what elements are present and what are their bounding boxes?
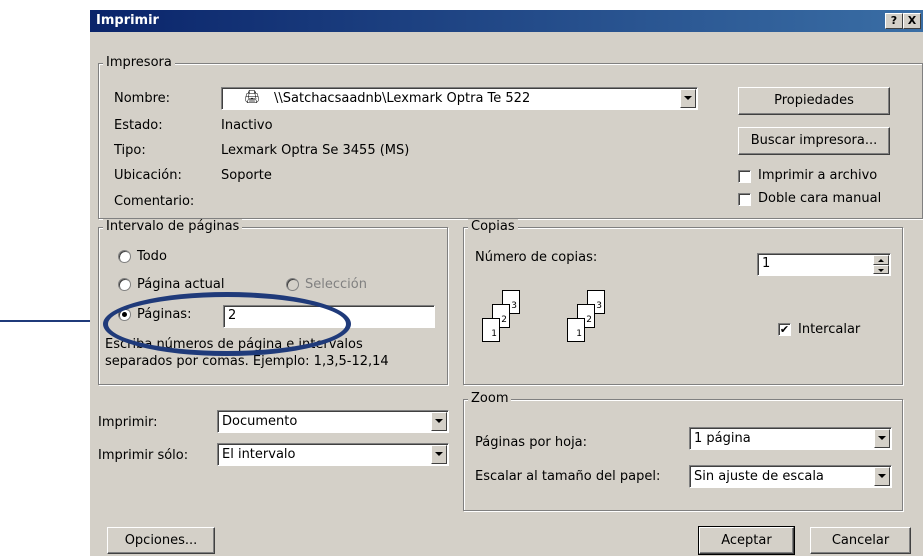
type-value: Lexmark Optra Se 3455 (MS) [221, 143, 410, 158]
title-bar: Imprimir ? X [90, 10, 923, 32]
collate-checkbox[interactable]: ✔ [778, 323, 791, 336]
dialog-title: Imprimir [96, 13, 159, 28]
print-only-label: Imprimir sólo: [98, 448, 189, 463]
range-all-label[interactable]: Todo [137, 249, 167, 264]
scale-value: Sin ajuste de escala [694, 469, 824, 484]
properties-button[interactable]: Propiedades [738, 87, 890, 115]
options-button[interactable]: Opciones... [107, 527, 215, 554]
annotation-ellipse [103, 292, 351, 356]
status-value: Inactivo [221, 118, 273, 133]
print-to-file-label[interactable]: Imprimir a archivo [758, 168, 877, 183]
copies-count-label: Número de copias: [475, 250, 598, 265]
location-value: Soporte [221, 168, 272, 183]
ok-button[interactable]: Aceptar [698, 526, 795, 555]
type-label: Tipo: [114, 143, 146, 158]
pages-per-sheet-value: 1 página [694, 431, 751, 446]
range-current-label[interactable]: Página actual [137, 277, 224, 292]
manual-duplex-label[interactable]: Doble cara manual [758, 191, 881, 206]
page-range-legend: Intervalo de páginas [103, 219, 243, 234]
copies-spinner[interactable] [873, 255, 889, 274]
range-hint-line2: separados por comas. Ejemplo: 1,3,5-12,1… [105, 354, 389, 369]
scale-label: Escalar al tamaño del papel: [475, 469, 661, 484]
chevron-down-icon[interactable] [431, 412, 447, 431]
scale-combo[interactable]: Sin ajuste de escala [689, 465, 892, 488]
printer-name-value: \\Satchacsaadnb\Lexmark Optra Te 522 [274, 91, 531, 106]
print-only-value: El intervalo [222, 447, 296, 462]
range-selection-label: Selección [305, 277, 367, 292]
print-dialog: Imprimir ? X Impresora Nombre: 🖨 \\Satch… [90, 10, 923, 556]
printer-name-combo[interactable]: 🖨 \\Satchacsaadnb\Lexmark Optra Te 522 [221, 87, 698, 110]
help-button[interactable]: ? [885, 13, 903, 29]
collate-label[interactable]: Intercalar [798, 322, 860, 337]
range-current-radio[interactable] [118, 278, 131, 291]
status-label: Estado: [114, 118, 163, 133]
range-all-radio[interactable] [118, 250, 131, 263]
print-what-label: Imprimir: [98, 415, 158, 430]
zoom-group: Zoom [463, 391, 903, 511]
manual-duplex-checkbox[interactable] [738, 193, 751, 206]
zoom-legend: Zoom [468, 391, 512, 406]
range-selection-radio [286, 278, 299, 291]
printer-legend: Impresora [103, 55, 175, 70]
close-button[interactable]: X [903, 13, 921, 29]
copies-count-value: 1 [762, 256, 771, 271]
printer-name-label: Nombre: [114, 91, 171, 106]
print-to-file-checkbox[interactable] [738, 170, 751, 183]
find-printer-button[interactable]: Buscar impresora... [738, 127, 890, 155]
copies-legend: Copias [468, 219, 518, 234]
print-what-combo[interactable]: Documento [217, 410, 449, 433]
pages-per-sheet-label: Páginas por hoja: [475, 435, 588, 450]
printer-icon: 🖨 [244, 90, 261, 105]
chevron-down-icon[interactable] [874, 467, 890, 486]
location-label: Ubicación: [114, 168, 182, 183]
chevron-down-icon[interactable] [431, 445, 447, 464]
annotation-arrow-line [0, 320, 100, 322]
chevron-down-icon[interactable] [680, 89, 696, 108]
print-only-combo[interactable]: El intervalo [217, 443, 449, 466]
copies-count-input[interactable]: 1 [757, 253, 891, 276]
chevron-down-icon[interactable] [874, 429, 890, 448]
comment-label: Comentario: [114, 194, 195, 209]
print-what-value: Documento [222, 414, 298, 429]
cancel-button[interactable]: Cancelar [810, 527, 911, 554]
pages-per-sheet-combo[interactable]: 1 página [689, 427, 892, 450]
